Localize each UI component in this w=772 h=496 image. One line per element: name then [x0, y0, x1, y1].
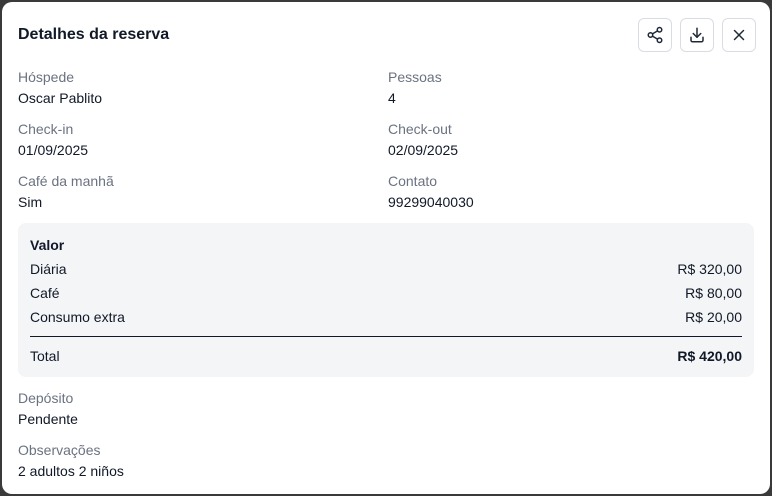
total-label: Total	[30, 348, 60, 364]
details-row: Check-in 01/09/2025 Check-out 02/09/2025	[18, 120, 758, 172]
deposit-value: Pendente	[18, 411, 78, 427]
price-line: Café R$ 80,00	[30, 283, 742, 307]
price-line-amount: R$ 320,00	[677, 261, 742, 277]
breakfast-field: Café da manhã Sim	[18, 172, 388, 224]
checkin-field: Check-in 01/09/2025	[18, 120, 388, 172]
booking-details-modal: Detalhes da reserva Hóspede Oscar Pablit…	[2, 2, 770, 494]
close-button[interactable]	[722, 18, 756, 52]
price-line-label: Café	[30, 285, 60, 301]
notes-label: Observações	[18, 442, 101, 458]
share-icon	[647, 26, 663, 44]
close-icon	[733, 29, 745, 41]
share-button[interactable]	[638, 18, 672, 52]
price-line: Diária R$ 320,00	[30, 259, 742, 283]
contact-value: 99299040030	[388, 194, 474, 210]
breakfast-label: Café da manhã	[18, 173, 114, 189]
checkin-value: 01/09/2025	[18, 142, 89, 158]
modal-title: Detalhes da reserva	[18, 26, 170, 43]
deposit-label: Depósito	[18, 390, 74, 406]
total-amount: R$ 420,00	[677, 348, 742, 364]
people-value: 4	[388, 90, 396, 106]
guest-value: Oscar Pablito	[18, 90, 103, 106]
price-line-amount: R$ 20,00	[685, 309, 742, 325]
people-field: Pessoas 4	[388, 68, 758, 120]
checkout-value: 02/09/2025	[388, 142, 459, 158]
contact-field: Contato 99299040030	[388, 172, 758, 224]
price-summary: Valor Diária R$ 320,00 Café R$ 80,00 Con…	[18, 223, 754, 377]
modal-actions	[638, 18, 756, 52]
notes-value: 2 adultos 2 niños	[18, 463, 124, 479]
notes-field: Observações 2 adultos 2 niños	[18, 441, 758, 481]
price-line-label: Diária	[30, 261, 67, 277]
checkout-label: Check-out	[388, 121, 452, 137]
contact-label: Contato	[388, 173, 438, 189]
total-divider	[30, 336, 742, 337]
guest-field: Hóspede Oscar Pablito	[18, 68, 388, 120]
modal-header: Detalhes da reserva	[18, 16, 756, 54]
price-line-label: Consumo extra	[30, 309, 125, 325]
download-button[interactable]	[680, 18, 714, 52]
price-summary-title: Valor	[30, 237, 65, 253]
deposit-field: Depósito Pendente	[18, 389, 758, 429]
price-line-amount: R$ 80,00	[685, 285, 742, 301]
guest-label: Hóspede	[18, 69, 75, 85]
download-icon	[690, 27, 704, 43]
details-row: Hóspede Oscar Pablito Pessoas 4	[18, 68, 758, 120]
details-row: Café da manhã Sim Contato 99299040030	[18, 172, 758, 224]
price-line: Consumo extra R$ 20,00	[30, 307, 742, 331]
booking-details-grid: Hóspede Oscar Pablito Pessoas 4 Check-in…	[18, 68, 758, 224]
people-label: Pessoas	[388, 69, 442, 85]
checkout-field: Check-out 02/09/2025	[388, 120, 758, 172]
breakfast-value: Sim	[18, 194, 43, 210]
total-line: Total R$ 420,00	[30, 346, 742, 370]
checkin-label: Check-in	[18, 121, 74, 137]
